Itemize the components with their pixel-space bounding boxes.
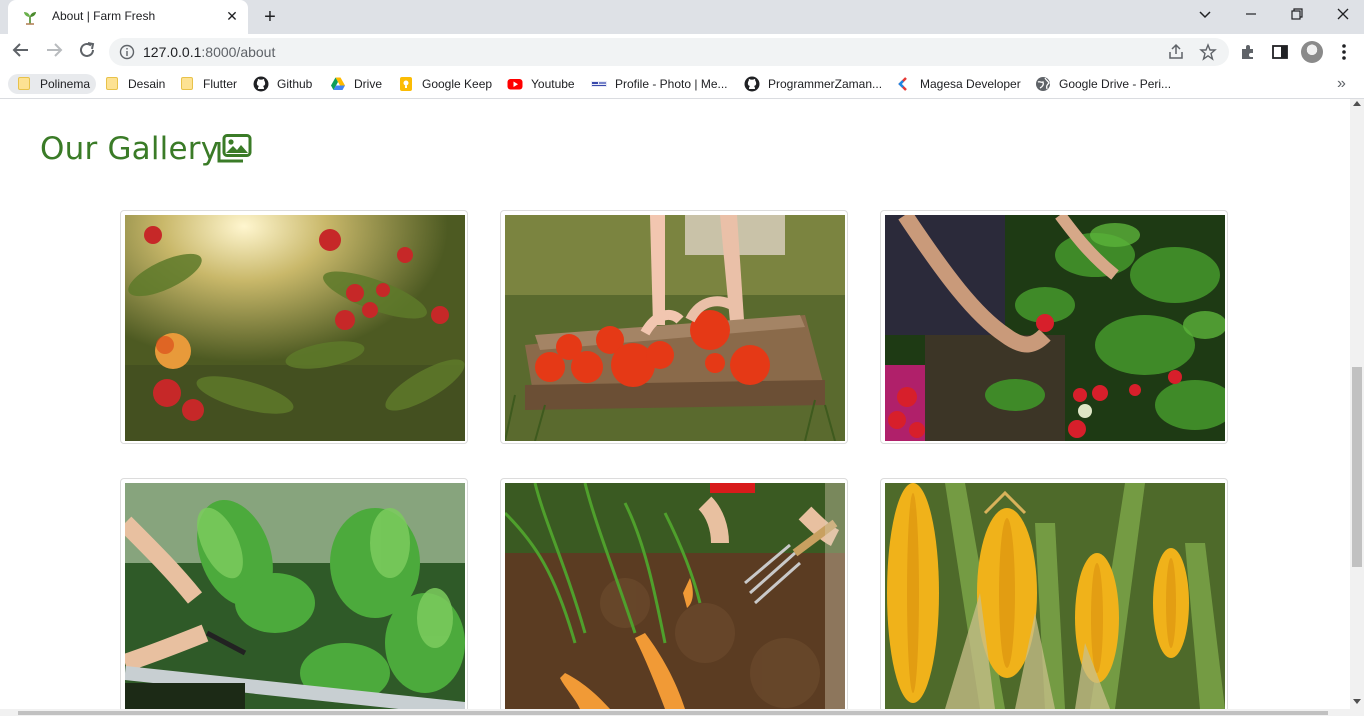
browser-tab[interactable]: About | Farm Fresh ✕ [8,0,248,34]
bookmark-desain[interactable]: Desain [104,74,165,94]
extensions-icon[interactable] [1238,42,1258,62]
bookmark-label: Profile - Photo | Me... [615,77,728,91]
side-panel-icon[interactable] [1270,42,1290,62]
url-host: 127.0.0.1 [143,44,202,60]
address-bar[interactable]: 127.0.0.1:8000/about [109,38,1229,66]
gallery-card-tomatoes[interactable] [500,210,848,444]
tab-search-icon[interactable] [1193,6,1217,26]
strawberries-photo [885,215,1225,441]
bookmark-google-drive-peri[interactable]: Google Drive - Peri... [1035,74,1171,94]
google-drive-icon [331,77,345,90]
bookmark-label: Magesa Developer [920,77,1021,91]
google-keep-icon [400,77,412,91]
bookmark-label: Flutter [203,77,238,91]
bookmark-youtube[interactable]: Youtube [507,74,575,94]
bookmark-google-keep[interactable]: Google Keep [398,74,492,94]
tab-strip: About | Farm Fresh ✕ + [0,0,1364,34]
bookmark-label: Github [277,77,313,91]
close-window-icon[interactable] [1331,6,1355,26]
page-content: Our Gallery [0,99,1350,709]
tab-title: About | Farm Fresh [52,9,156,23]
bookmark-profile-photo[interactable]: Profile - Photo | Me... [591,74,728,94]
folder-icon [16,76,32,92]
bookmark-label: Drive [354,77,383,91]
bookmark-github[interactable]: Github [253,74,312,94]
horizontal-scrollbar[interactable] [0,709,1364,716]
bookmark-label: ProgrammerZaman... [768,77,883,91]
vertical-scrollbar[interactable] [1350,99,1364,709]
menu-kebab-icon[interactable] [1334,42,1354,62]
bookmark-flutter[interactable]: Flutter [179,74,237,94]
bookmark-label: Google Drive - Peri... [1059,77,1172,91]
images-icon [217,134,252,163]
restore-icon[interactable] [1285,6,1309,26]
bookmark-drive[interactable]: Drive [330,74,382,94]
gallery-card-apples[interactable] [120,210,468,444]
corn-photo [885,483,1225,709]
youtube-icon [507,79,523,90]
gallery-title: Our Gallery [40,131,220,167]
reload-icon[interactable] [76,41,98,63]
close-tab-icon[interactable]: ✕ [224,8,240,24]
magesa-icon [898,77,907,91]
back-icon[interactable] [10,41,32,63]
gallery-card-strawberries[interactable] [880,210,1228,444]
minimize-icon[interactable] [1239,6,1263,26]
share-icon[interactable] [1167,43,1185,61]
scroll-up-icon[interactable] [1353,101,1361,106]
scrollbar-thumb[interactable] [1352,367,1362,567]
horizontal-scrollbar-thumb[interactable] [18,711,1328,715]
bookmark-star-icon[interactable] [1199,43,1217,61]
tomatoes-photo [505,215,845,441]
profile-avatar[interactable] [1301,41,1323,63]
sprout-icon [24,12,36,25]
bookmark-programmerzaman[interactable]: ProgrammerZaman... [744,74,882,94]
carrots-photo [505,483,845,709]
gallery-card-carrots[interactable] [500,478,848,709]
bookmark-label: Polinema [40,77,91,91]
bookmark-label: Desain [128,77,166,91]
gallery-card-lettuce[interactable] [120,478,468,709]
gallery-card-corn[interactable] [880,478,1228,709]
profile-site-icon [591,81,607,87]
apples-photo [125,215,465,441]
bookmark-polinema[interactable]: Polinema [8,74,97,94]
github-icon [744,76,760,92]
site-info-icon[interactable] [119,44,135,60]
bookmark-label: Google Keep [422,77,493,91]
url-path: :8000/about [201,44,276,60]
lettuce-photo [125,483,465,709]
bookmarks-bar: Polinema Desain Flutter Github Drive Goo… [0,70,1364,99]
url-text[interactable]: 127.0.0.1:8000/about [143,44,275,60]
forward-icon[interactable] [43,41,65,63]
more-bookmarks-button[interactable]: » [1337,74,1346,94]
bookmark-label: Youtube [531,77,575,91]
globe-icon [1036,77,1050,91]
folder-icon [179,76,195,92]
bookmark-magesa[interactable]: Magesa Developer [896,74,1021,94]
new-tab-icon[interactable]: + [259,7,281,27]
github-icon [253,76,269,92]
folder-icon [104,76,120,92]
scroll-down-icon[interactable] [1353,699,1361,704]
